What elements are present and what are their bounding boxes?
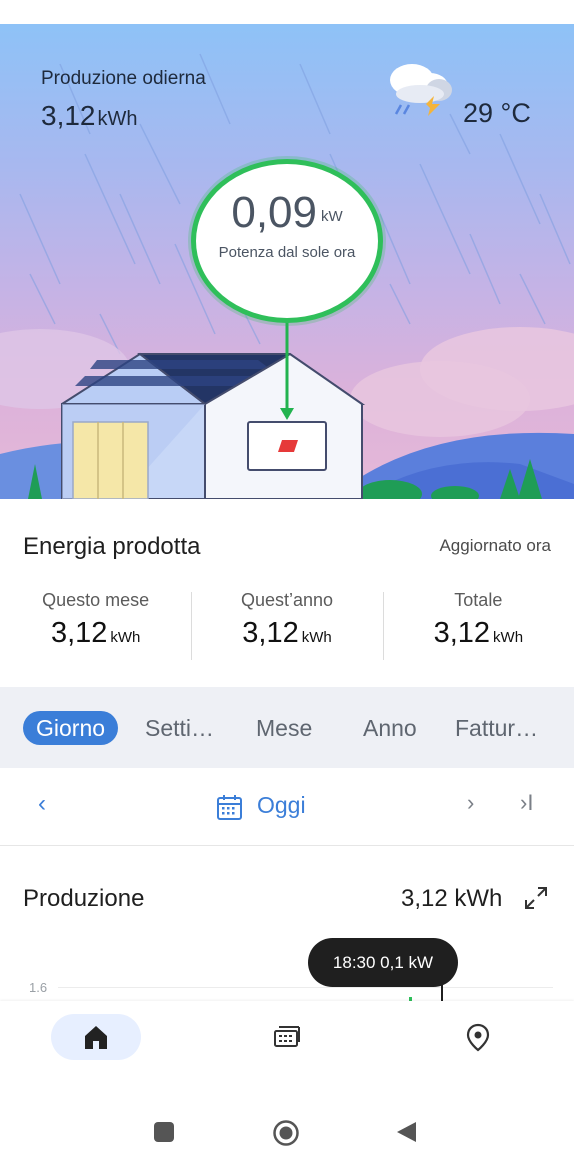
tab-month[interactable]: Mese: [256, 711, 312, 745]
system-navigation-bar: [0, 1096, 574, 1169]
hero-panel: Produzione odierna 3,12 kWh 29 °C 0,09 kW …: [0, 24, 574, 499]
chart-cursor-line[interactable]: [441, 985, 443, 1001]
production-value: 3,12 kWh: [401, 885, 503, 912]
nav-home[interactable]: [51, 1014, 141, 1060]
tab-day[interactable]: Giorno: [23, 711, 119, 745]
next-day-button[interactable]: ›: [467, 790, 474, 816]
nav-devices[interactable]: [242, 1014, 332, 1060]
production-today-unit: kWh: [97, 108, 138, 130]
recent-apps-icon[interactable]: [153, 1121, 175, 1143]
stat-number: 3,12: [433, 617, 491, 649]
nav-location[interactable]: [433, 1014, 523, 1060]
chart-gridline: [58, 987, 553, 988]
back-icon[interactable]: [396, 1121, 416, 1143]
tab-year[interactable]: Anno: [363, 711, 417, 745]
last-day-button[interactable]: ›I: [520, 790, 533, 816]
stat-number: 3,12: [50, 617, 108, 649]
stat-value: 3,12 kWh: [191, 617, 382, 650]
temperature: 29 °C: [463, 98, 531, 128]
devices-icon: [274, 1026, 300, 1047]
tab-week[interactable]: Setti…: [145, 711, 214, 745]
energy-stats: Questo mese 3,12 kWh Quest’anno 3,12 kWh T…: [0, 590, 574, 660]
current-power-label: Potenza dal sole ora: [218, 244, 356, 261]
stat-label: Totale: [454, 590, 503, 610]
stat-unit: kWh: [493, 629, 524, 646]
chart-tooltip: 18:30 0,1 kW: [308, 938, 458, 987]
expand-icon[interactable]: [521, 883, 551, 913]
bottom-navigation: [0, 1001, 574, 1096]
energy-produced-title: Energia prodotta: [23, 533, 201, 560]
production-today-label: Produzione odierna: [41, 68, 206, 89]
date-label[interactable]: Oggi: [257, 792, 306, 819]
stat-total: Totale 3,12 kWh: [382, 590, 574, 660]
period-tabs: Giorno Setti… Mese Anno Fattur…: [0, 687, 574, 768]
stat-number: 3,12: [242, 617, 299, 649]
stat-value: 3,12 kWh: [0, 617, 191, 650]
date-navigator: ‹ Oggi › ›I: [0, 768, 574, 846]
prev-day-button[interactable]: ‹: [38, 790, 46, 818]
stat-value: 3,12 kWh: [383, 617, 574, 650]
cloud-rain-lightning-icon: [390, 64, 452, 116]
stat-year: Quest’anno 3,12 kWh: [191, 590, 382, 660]
y-axis-tick: 1.6: [29, 980, 48, 995]
current-power-value: 0,09 kW: [196, 188, 378, 238]
current-power-bubble[interactable]: 0,09 kW Potenza dal sole ora: [191, 159, 383, 323]
home-button-icon[interactable]: [272, 1119, 300, 1147]
stat-label: Questo mese: [42, 590, 150, 610]
calendar-icon[interactable]: [216, 794, 243, 821]
current-power-number: 0,09: [231, 188, 317, 237]
stat-unit: kWh: [110, 629, 141, 646]
home-icon: [85, 1026, 107, 1049]
location-icon: [466, 1023, 490, 1052]
production-title: Produzione: [23, 885, 145, 912]
tab-billing[interactable]: Fattur…: [455, 711, 538, 745]
current-power-unit: kW: [320, 208, 343, 225]
stat-month: Questo mese 3,12 kWh: [0, 590, 191, 660]
production-today-value: 3,12 kWh: [41, 100, 138, 132]
updated-status: Aggiornato ora: [439, 536, 551, 555]
stat-unit: kWh: [301, 629, 332, 646]
stat-label: Quest’anno: [240, 590, 334, 610]
production-today-number: 3,12: [41, 100, 96, 131]
